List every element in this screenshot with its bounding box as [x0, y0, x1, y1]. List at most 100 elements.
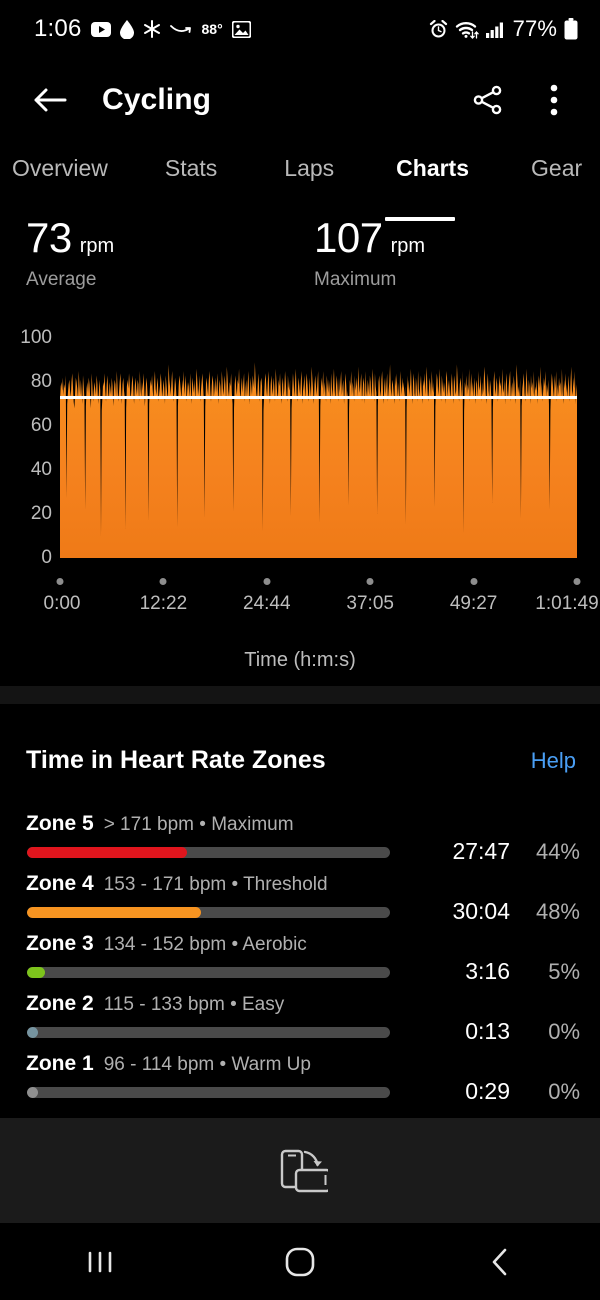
stat-average-value: 73 [26, 214, 72, 261]
tab-bar: Overview Stats Laps Charts Gear [0, 155, 600, 213]
signal-icon [485, 21, 506, 38]
image-icon [231, 20, 251, 38]
zone-name: Zone 4 [26, 872, 94, 895]
zone-label: Zone 2 115 - 133 bpm • Easy [26, 992, 284, 1016]
back-button[interactable] [30, 80, 70, 120]
chart-x-tick-dot [159, 578, 167, 585]
zone-label: Zone 4 153 - 171 bpm • Threshold [26, 872, 328, 896]
overflow-menu-button[interactable] [532, 78, 576, 122]
chart-series-cadence [60, 362, 577, 558]
alarm-icon [429, 19, 448, 39]
chart-average-line-segment [60, 396, 577, 400]
zone-progress-fill [27, 967, 46, 978]
chart-y-tick-label: 0 [41, 547, 52, 568]
chart-plot-area[interactable] [60, 338, 577, 588]
status-bar-left: 1:06 88° [34, 15, 251, 43]
chart-x-axis-title: Time (h:m:s) [244, 649, 356, 671]
tab-stats[interactable]: Stats [159, 155, 223, 182]
water-drop-icon [119, 19, 134, 39]
page-title: Cycling [102, 83, 212, 116]
zone-progress-fill [27, 907, 202, 918]
zone-label: Zone 3 134 - 152 bpm • Aerobic [26, 932, 307, 956]
zone-percent-value: 0% [548, 1019, 580, 1044]
tab-laps[interactable]: Laps [278, 155, 340, 182]
zone-progress-fill [27, 1087, 38, 1098]
status-bar: 1:06 88° 77% [0, 0, 600, 58]
chart-x-tick-dot [366, 578, 374, 585]
section-divider [0, 686, 600, 704]
status-bar-right: 77% [429, 16, 578, 42]
stat-maximum-value: 107 [314, 214, 383, 261]
chart-x-tick-label: 37:05 [346, 593, 394, 614]
zone-progress-track [27, 1027, 390, 1038]
zone-row[interactable]: Zone 4 153 - 171 bpm • Threshold 30:04 48% [0, 872, 600, 932]
chart-x-tick-dot [56, 578, 64, 585]
chart-y-tick-label: 60 [30, 415, 52, 436]
zone-time-value: 27:47 [452, 838, 510, 864]
zone-name: Zone 5 [26, 812, 94, 835]
stat-average-unit: rpm [79, 235, 115, 257]
chart-x-tick-dot [263, 578, 271, 585]
chart-y-tick-label: 100 [20, 327, 52, 348]
zone-percent-value: 5% [548, 959, 580, 984]
zone-row[interactable]: Zone 1 96 - 114 bpm • Warm Up 0:29 0% [0, 1052, 600, 1112]
zone-row[interactable]: Zone 2 115 - 133 bpm • Easy 0:13 0% [0, 992, 600, 1052]
status-clock: 1:06 [34, 15, 82, 42]
cadence-chart[interactable]: 0 20 40 60 80 100 0:00 12:22 24:44 37:05 49:27 1:0… [0, 310, 600, 686]
tab-charts[interactable]: Charts [390, 155, 475, 182]
zones-title: Time in Heart Rate Zones [26, 746, 326, 774]
chart-y-tick-label: 80 [30, 371, 52, 392]
zone-progress-fill [27, 847, 187, 858]
status-temperature: 88° [201, 21, 223, 37]
zone-time-value: 0:29 [465, 1078, 510, 1104]
zone-row[interactable]: Zone 3 134 - 152 bpm • Aerobic 3:16 5% [0, 932, 600, 992]
wifi-icon [455, 20, 479, 39]
zone-progress-track [27, 1087, 390, 1098]
chart-x-tick-dot [470, 578, 478, 585]
android-nav-bar [0, 1223, 600, 1300]
zone-row[interactable]: Zone 5 > 171 bpm • Maximum 27:47 44% [0, 812, 600, 872]
app-bar: Cycling [0, 58, 600, 142]
zone-time-value: 0:13 [465, 1018, 510, 1044]
zone-time-value: 30:04 [452, 898, 510, 924]
weather-curve-icon [169, 23, 192, 35]
zone-time-value: 3:16 [465, 958, 510, 984]
stat-maximum: 107 rpm Maximum [314, 214, 425, 291]
zone-percent-value: 44% [535, 839, 580, 864]
chart-x-tick-dot [573, 578, 581, 585]
tab-gear[interactable]: Gear [525, 155, 588, 182]
tab-overview[interactable]: Overview [6, 155, 114, 182]
share-button[interactable] [466, 78, 510, 122]
stat-average-label: Average [26, 269, 97, 290]
rotate-screen-bar[interactable] [0, 1118, 600, 1223]
battery-icon [564, 18, 578, 40]
zone-progress-track [27, 907, 390, 918]
zone-name: Zone 3 [26, 932, 94, 955]
chart-x-tick-label: 0:00 [43, 593, 81, 614]
zone-progress-track [27, 847, 390, 858]
zone-range: 134 - 152 bpm • Aerobic [103, 934, 307, 955]
stat-average: 73 rpm Average [26, 214, 114, 291]
snowflake-icon [143, 20, 161, 38]
zone-range: > 171 bpm • Maximum [103, 814, 294, 835]
battery-percent-label: 77% [512, 16, 557, 41]
nav-home-button[interactable] [200, 1223, 400, 1300]
heart-rate-zones-section: Time in Heart Rate Zones Help Zone 5 > 17… [0, 704, 600, 1110]
rotate-screen-icon[interactable] [272, 1143, 328, 1199]
chart-x-tick-label: 24:44 [243, 593, 291, 614]
chart-x-tick-label: 12:22 [139, 593, 188, 614]
nav-back-button[interactable] [400, 1223, 600, 1300]
zone-percent-value: 48% [535, 899, 580, 924]
zone-percent-value: 0% [548, 1079, 580, 1104]
nav-recents-button[interactable] [0, 1223, 200, 1300]
zone-label: Zone 1 96 - 114 bpm • Warm Up [26, 1052, 311, 1076]
chart-y-tick-label: 20 [30, 503, 52, 524]
chart-x-tick-label: 1:01:49 [535, 593, 599, 614]
zone-progress-fill [27, 1027, 38, 1038]
app-root: 1:06 88° 77% Cycling Overview Stats Laps… [0, 0, 600, 1300]
zones-header: Time in Heart Rate Zones Help [26, 746, 576, 775]
zone-range: 96 - 114 bpm • Warm Up [103, 1054, 311, 1075]
youtube-icon [90, 21, 111, 37]
zones-help-link[interactable]: Help [531, 748, 576, 774]
stat-maximum-label: Maximum [314, 269, 397, 290]
